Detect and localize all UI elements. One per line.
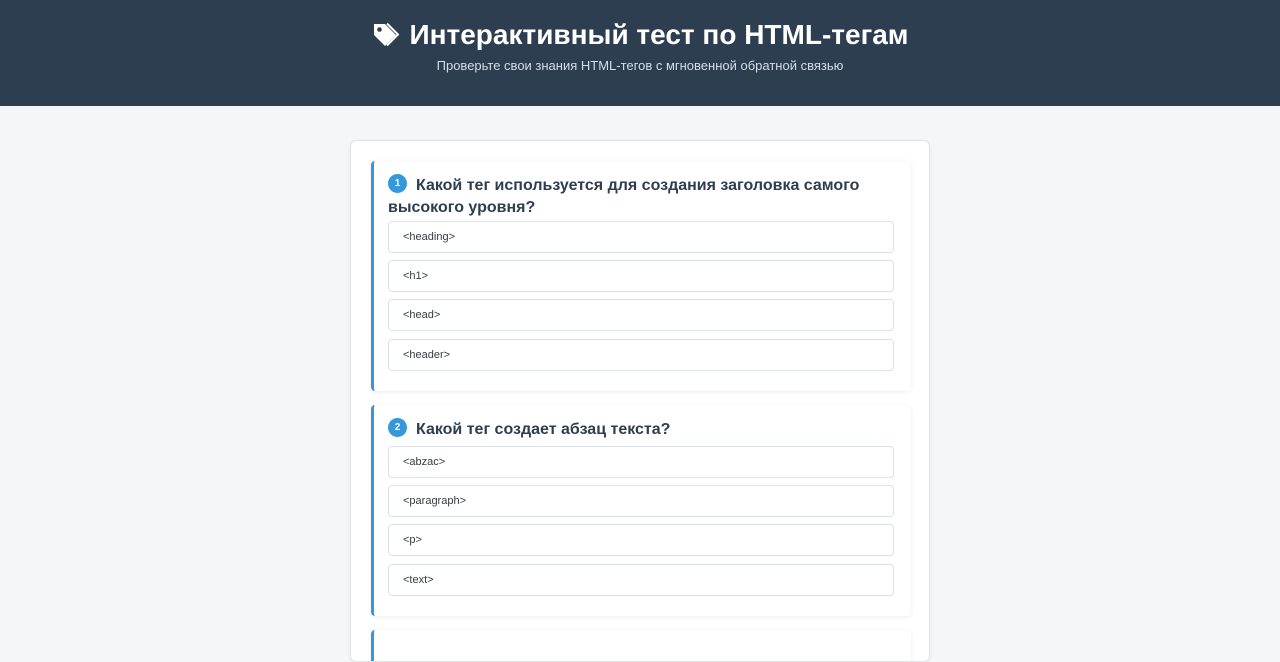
question-text: Какой тег создает абзац текста? — [416, 421, 671, 438]
answer-option[interactable]: <p> — [388, 524, 894, 556]
quiz-card: 1 Какой тег используется для создания заг… — [350, 140, 930, 662]
question-card-1: 1 Какой тег используется для создания заг… — [371, 161, 911, 391]
question-card-2: 2 Какой тег создает абзац текста? <abzac>… — [371, 405, 911, 616]
question-text: Какой тег используется для создания заго… — [388, 177, 860, 216]
question-number-badge: 2 — [388, 418, 407, 438]
question-card-3-partial — [371, 630, 911, 661]
answer-option[interactable]: <paragraph> — [388, 485, 894, 517]
question-heading: 2 Какой тег создает абзац текста? — [388, 418, 895, 441]
page-subtitle: Проверьте свои знания HTML-тегов с мгнов… — [436, 58, 844, 73]
page-title: Интерактивный тест по HTML-тегам — [0, 16, 1280, 54]
answer-option[interactable]: <heading> — [388, 221, 894, 253]
answer-option[interactable]: <header> — [388, 339, 894, 371]
page-title-text: Интерактивный тест по HTML-тегам — [409, 19, 909, 50]
page-header: Интерактивный тест по HTML-тегам Проверь… — [0, 0, 1280, 106]
question-heading: 1 Какой тег используется для создания заг… — [388, 174, 895, 219]
tag-icon — [374, 22, 400, 47]
answer-option[interactable]: <h1> — [388, 260, 894, 292]
answer-option[interactable]: <abzac> — [388, 446, 894, 478]
question-number-badge: 1 — [388, 174, 407, 194]
answer-option[interactable]: <head> — [388, 299, 894, 331]
answer-option[interactable]: <text> — [388, 564, 894, 596]
